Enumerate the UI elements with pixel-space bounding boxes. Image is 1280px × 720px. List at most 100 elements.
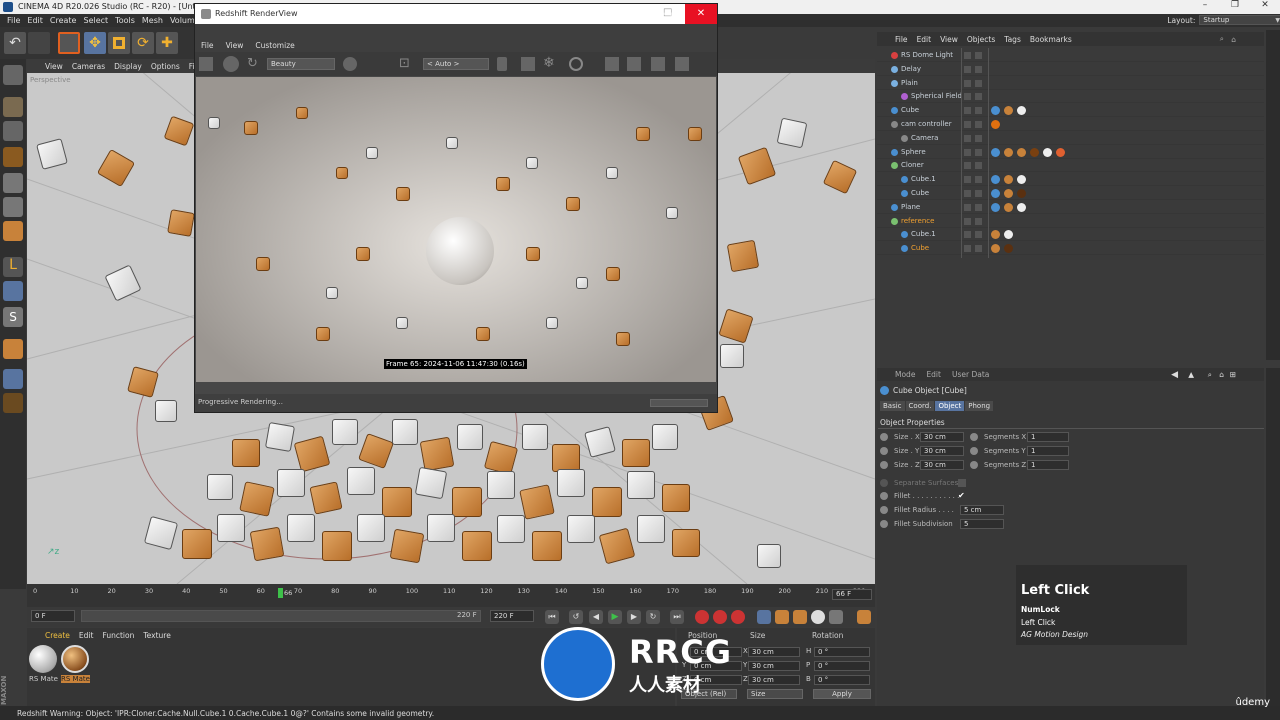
fillet-checkbox[interactable]: ✔ [958,491,967,500]
am-menu-edit[interactable]: Edit [926,370,941,379]
object-tag-icon[interactable] [1004,230,1013,240]
om-menu-bookmarks[interactable]: Bookmarks [1030,35,1072,44]
coord-size-field[interactable]: 30 cm [748,647,800,657]
rotate-tool-icon[interactable]: ⟳ [132,32,154,54]
play-icon[interactable] [223,56,239,72]
object-tag-icon[interactable] [1017,189,1026,198]
coord-rotation-field[interactable]: 0 ° [814,647,870,657]
material-swatch-gold[interactable] [61,645,89,673]
visibility-toggle-icon[interactable] [975,217,982,225]
rotate-key-icon[interactable] [793,610,807,624]
visibility-toggle-icon[interactable] [964,134,971,142]
material-swatch-white[interactable] [29,645,57,673]
move-key-icon[interactable] [757,610,771,624]
visibility-toggle-icon[interactable] [964,162,971,170]
object-tag-icon[interactable] [1017,175,1026,185]
object-row[interactable]: Spherical Field [877,90,1264,104]
undo-icon[interactable]: ↶ [4,32,26,54]
edges-mode-icon[interactable] [3,197,23,217]
am-new-icon[interactable]: ⊞ [1230,370,1236,379]
film-icon[interactable] [199,57,213,71]
object-name[interactable]: Cube [911,244,929,252]
visibility-toggle-icon[interactable] [975,162,982,170]
object-row[interactable]: Cube [877,187,1264,200]
renderview-close-button[interactable]: ✕ [685,4,717,24]
go-to-end-icon[interactable]: ⏭ [670,610,684,624]
visibility-toggle-icon[interactable] [964,190,971,197]
object-row[interactable]: Plane [877,201,1264,214]
mat-menu-function[interactable]: Function [102,631,134,640]
object-tag-icon[interactable] [991,244,1000,254]
prev-frame-icon[interactable]: ◀ [589,610,603,624]
visibility-toggle-icon[interactable] [975,79,982,87]
anim-dot-icon[interactable] [970,447,978,455]
object-row[interactable]: Delay [877,63,1264,76]
object-name[interactable]: Cloner [901,161,924,169]
object-row[interactable]: reference [877,215,1264,228]
visibility-toggle-icon[interactable] [964,93,971,101]
timeline-options-icon[interactable] [857,610,871,624]
object-tag-icon[interactable] [1043,147,1052,157]
workplane-icon[interactable] [3,147,23,167]
timeline-playhead[interactable] [278,588,283,598]
object-name[interactable]: Cube [911,189,929,197]
am-menu-mode[interactable]: Mode [895,370,915,379]
size-x-field[interactable]: 30 cm [920,432,964,442]
points-mode-icon[interactable] [3,173,23,193]
object-row[interactable]: Camera [877,132,1264,145]
copy-icon[interactable] [675,57,689,71]
visibility-toggle-icon[interactable] [964,52,971,59]
object-tag-icon[interactable] [1017,202,1026,212]
object-row[interactable]: Plain [877,77,1264,90]
object-tag-icon[interactable] [991,189,1000,198]
renderview-menu-view[interactable]: View [226,41,244,50]
next-frame-icon[interactable]: ▶ [627,610,641,624]
object-name[interactable]: Plain [901,79,918,87]
object-row[interactable]: cam controller [877,118,1264,131]
viewport-menu-options[interactable]: Options [151,62,180,71]
visibility-toggle-icon[interactable] [975,52,982,59]
visibility-toggle-icon[interactable] [975,134,982,142]
autokey-icon[interactable] [713,610,727,624]
object-tag-icon[interactable] [1017,147,1026,157]
solo-icon[interactable] [3,393,23,413]
renderview-menu-file[interactable]: File [201,41,214,50]
add-snapshot-icon[interactable] [627,57,641,71]
visibility-toggle-icon[interactable] [964,65,971,73]
viewport-menu-view[interactable]: View [45,62,63,71]
om-menu-view[interactable]: View [940,35,958,44]
visibility-toggle-icon[interactable] [964,217,971,225]
object-tag-icon[interactable] [1017,106,1026,116]
visibility-toggle-icon[interactable] [964,107,971,115]
viewport-menu-cameras[interactable]: Cameras [72,62,105,71]
render-image[interactable]: Frame 65: 2024-11-06 11:47:30 (0.16s) [196,77,716,382]
close-window-button[interactable]: ✕ [1250,0,1280,14]
om-search-icon[interactable]: ⌕ [1220,34,1224,44]
anim-dot-icon[interactable] [880,506,888,514]
visibility-toggle-icon[interactable] [964,79,971,87]
move-tool-icon[interactable]: ✥ [84,32,106,54]
scale-tool-icon[interactable] [108,32,130,54]
make-editable-icon[interactable] [3,65,23,85]
minimize-button[interactable]: – [1190,0,1220,14]
texture-mode-icon[interactable] [3,121,23,141]
menu-select[interactable]: Select [83,16,108,25]
object-row[interactable]: Cube.1 [877,173,1264,187]
side-tab-strip[interactable] [1266,30,1280,360]
am-tab-basic[interactable]: Basic [880,401,905,411]
am-lock-icon[interactable]: ⌂ [1219,370,1224,379]
object-row[interactable]: RS Dome Light [877,49,1264,62]
coord-size-field[interactable]: 30 cm [748,661,800,671]
polygons-mode-icon[interactable] [3,221,23,241]
pla-key-icon[interactable] [829,610,843,624]
lock-icon[interactable] [497,57,507,71]
am-back-icon[interactable]: ◀ [1171,370,1178,380]
visibility-toggle-icon[interactable] [975,65,982,73]
am-search-icon[interactable]: ⌕ [1208,370,1212,380]
visibility-toggle-icon[interactable] [975,231,982,239]
visibility-toggle-icon[interactable] [975,93,982,101]
start-frame-field[interactable]: 0 F [31,610,75,622]
om-menu-objects[interactable]: Objects [967,35,995,44]
redo-icon[interactable] [28,32,50,54]
go-to-start-icon[interactable]: ⏮ [545,610,559,624]
